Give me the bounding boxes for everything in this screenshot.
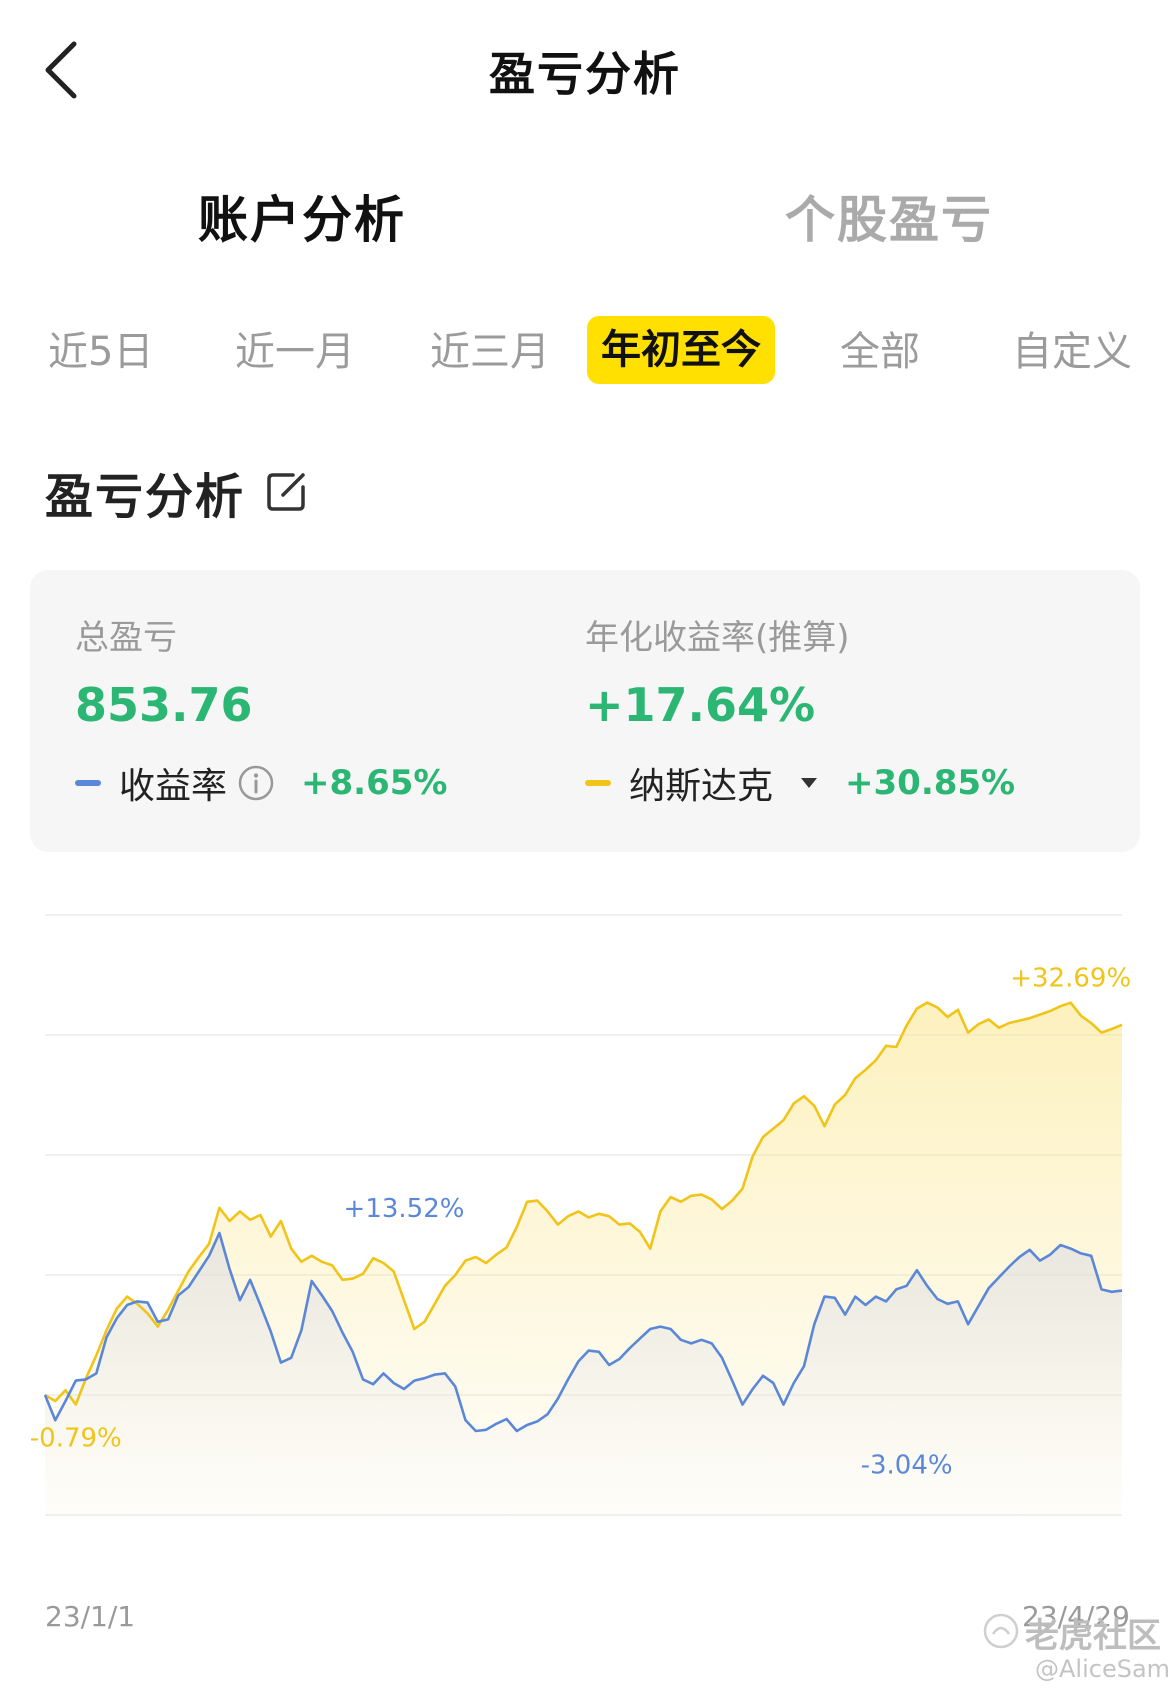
blue-dash-icon xyxy=(75,780,101,786)
edit-icon[interactable] xyxy=(263,469,309,515)
info-icon[interactable] xyxy=(237,764,275,802)
main-tabs: 账户分析 个股盈亏 xyxy=(0,180,1170,250)
total-pnl-value: 853.76 xyxy=(75,678,253,732)
return-annotation-0: +13.52% xyxy=(344,1194,465,1224)
legend-benchmark[interactable]: 纳斯达克 +30.85% xyxy=(585,758,1015,808)
total-pnl-label: 总盈亏 xyxy=(75,618,177,658)
tab-stock-pnl[interactable]: 个股盈亏 xyxy=(785,180,993,252)
legend-return-value: +8.65% xyxy=(301,763,448,803)
pnl-chart: +13.52% -3.04% -0.79% +32.69% 23/1/1 23/4/2… xyxy=(0,900,1170,1700)
legend-benchmark-value: +30.85% xyxy=(845,763,1016,803)
range-tab-3m[interactable]: 近三月 xyxy=(430,318,550,386)
caret-down-icon[interactable] xyxy=(799,776,819,790)
legend-benchmark-name: 纳斯达克 xyxy=(629,766,774,807)
benchmark-annotation-0: -0.79% xyxy=(30,1423,122,1453)
stats-card: 总盈亏 853.76 年化收益率(推算) +17.64% 收益率 +8.65% … xyxy=(30,570,1140,852)
range-tab-ytd[interactable]: 年初至今 xyxy=(587,316,775,384)
yellow-dash-icon xyxy=(585,780,611,786)
range-tab-5d[interactable]: 近5日 xyxy=(48,318,153,386)
legend-return-name: 收益率 xyxy=(119,766,228,807)
page-title: 盈亏分析 xyxy=(489,47,681,101)
range-tabs: 近5日 近一月 近三月 年初至今 全部 自定义 xyxy=(0,316,1170,390)
range-tab-1m[interactable]: 近一月 xyxy=(235,318,355,386)
range-tab-all[interactable]: 全部 xyxy=(840,318,920,386)
section-heading: 盈亏分析 xyxy=(45,462,309,525)
legend-return: 收益率 +8.65% xyxy=(75,758,447,808)
header: 盈亏分析 xyxy=(0,0,1170,140)
section-title: 盈亏分析 xyxy=(45,469,246,525)
watermark-user: @AliceSam xyxy=(1035,1655,1170,1683)
page: 盈亏分析 账户分析 个股盈亏 近5日 近一月 近三月 年初至今 全部 自定义 盈… xyxy=(0,0,1170,1700)
watermark-brand: 老虎社区 xyxy=(1025,1616,1161,1656)
range-tab-custom[interactable]: 自定义 xyxy=(1012,318,1132,386)
return-annotation-1: -3.04% xyxy=(861,1450,953,1480)
tab-account-analysis[interactable]: 账户分析 xyxy=(198,180,406,252)
x-tick-start: 23/1/1 xyxy=(45,1600,136,1633)
tiger-logo-icon xyxy=(983,1613,1019,1649)
annualized-return-label: 年化收益率(推算) xyxy=(585,618,850,658)
benchmark-annotation-1: +32.69% xyxy=(1010,964,1131,994)
annualized-return-value: +17.64% xyxy=(585,678,816,732)
chart-svg: +13.52% -3.04% -0.79% +32.69% xyxy=(30,914,1131,1516)
